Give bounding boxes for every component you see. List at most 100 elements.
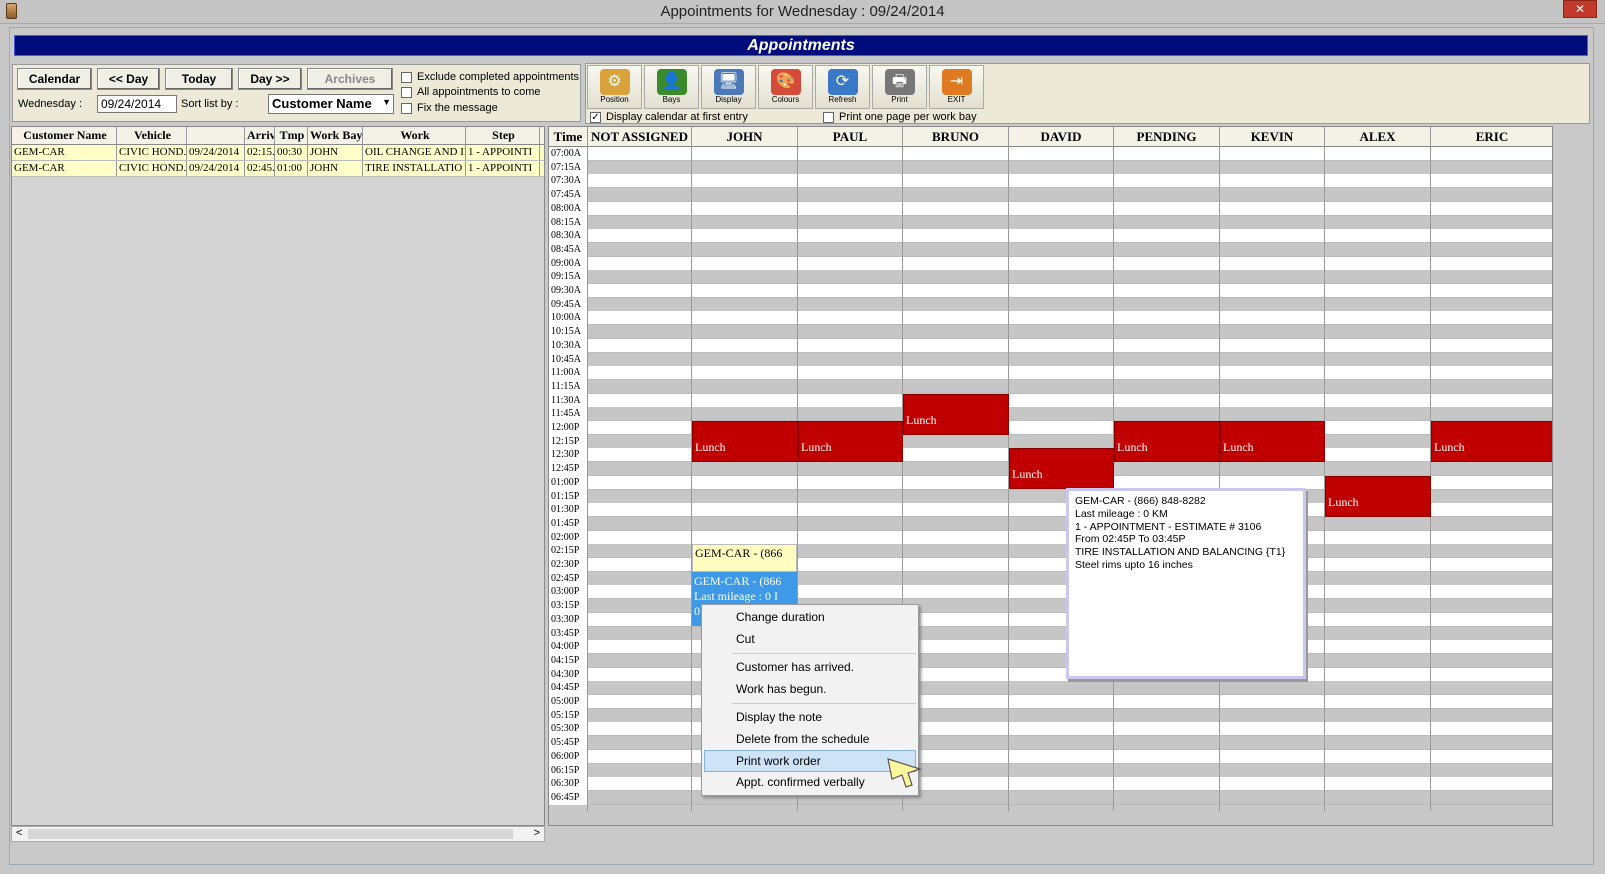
checkbox-box[interactable]: ✓ [590, 111, 601, 123]
time-slot-row[interactable]: 10:15A [549, 325, 1552, 340]
lunch-block[interactable]: Lunch [692, 421, 798, 463]
menu-item-customer-has-arrived[interactable]: Customer has arrived. [702, 657, 918, 679]
exit-button[interactable]: ⇥ EXIT [929, 65, 984, 109]
display-calendar-checkbox[interactable]: ✓ Display calendar at first entry [590, 111, 748, 123]
time-label: 08:15A [549, 215, 588, 230]
calendar-button[interactable]: Calendar [17, 68, 92, 90]
date-field[interactable]: 09/24/2014 [97, 95, 177, 113]
time-slot-row[interactable]: 04:00P [549, 640, 1552, 655]
menu-item-print-work-order[interactable]: Print work order [704, 750, 916, 772]
table-row[interactable]: GEM-CAR CIVIC HOND. 09/24/2014 02:45. 01:00 J… [12, 161, 544, 177]
column-header[interactable]: Tmp [275, 127, 308, 144]
time-slot-row[interactable]: 07:15A [549, 160, 1552, 175]
time-slot-row[interactable]: 08:45A [549, 242, 1552, 257]
fix-message-checkbox[interactable]: Fix the message [401, 102, 498, 114]
checkbox-box[interactable] [823, 111, 834, 123]
lunch-block[interactable]: Lunch [1431, 421, 1552, 463]
time-slot-row[interactable]: 03:45P [549, 626, 1552, 641]
checkbox-box[interactable] [401, 86, 412, 98]
checkbox-box[interactable] [401, 71, 412, 83]
column-header[interactable]: Work Bay [308, 127, 363, 144]
bay-header[interactable]: ALEX [1325, 127, 1431, 147]
bay-header[interactable]: NOT ASSIGNED [588, 127, 692, 147]
menu-item-delete-from-the-schedule[interactable]: Delete from the schedule [702, 729, 918, 751]
prev-day-button[interactable]: << Day [97, 68, 160, 90]
lunch-block[interactable]: Lunch [1220, 421, 1325, 463]
time-slot-row[interactable]: 02:00P [549, 530, 1552, 545]
time-slot-row[interactable]: 05:15P [549, 708, 1552, 723]
time-slot-row[interactable]: 08:30A [549, 229, 1552, 244]
all-appointments-checkbox[interactable]: All appointments to come [401, 86, 541, 98]
time-slot-row[interactable]: 09:30A [549, 284, 1552, 298]
column-header[interactable]: Arriv [245, 127, 275, 144]
menu-item-work-has-begun[interactable]: Work has begun. [702, 679, 918, 701]
column-header[interactable]: Vehicle [117, 127, 187, 144]
scroll-thumb[interactable] [28, 829, 513, 839]
time-slot-row[interactable]: 09:45A [549, 297, 1552, 312]
scroll-right-icon[interactable]: > [534, 827, 540, 839]
exclude-completed-checkbox[interactable]: Exclude completed appointments [401, 71, 579, 83]
time-slot-row[interactable]: 04:30P [549, 667, 1552, 682]
lunch-block[interactable]: Lunch [1009, 448, 1114, 490]
menu-item-cut[interactable]: Cut [702, 629, 918, 651]
archives-button[interactable]: Archives [307, 68, 393, 90]
time-slot-row[interactable]: 06:30P [549, 777, 1552, 792]
bay-header[interactable]: ERIC [1431, 127, 1552, 147]
next-day-button[interactable]: Day >> [238, 68, 302, 90]
time-slot-row[interactable]: 04:45P [549, 681, 1552, 696]
lunch-block[interactable]: Lunch [903, 393, 1009, 435]
lunch-block[interactable]: Lunch [798, 421, 903, 463]
time-slot-row[interactable]: 04:15P [549, 653, 1552, 668]
time-slot-row[interactable]: 10:45A [549, 352, 1552, 367]
time-slot-row[interactable]: 11:00A [549, 366, 1552, 381]
lunch-block[interactable]: Lunch [1325, 475, 1431, 517]
refresh-button[interactable]: ⟳ Refresh [815, 65, 870, 109]
bays-button[interactable]: 👤 Bays [644, 65, 699, 109]
time-slot-row[interactable]: 09:00A [549, 256, 1552, 271]
column-header[interactable]: Customer Name [12, 127, 117, 144]
time-slot-row[interactable]: 06:00P [549, 749, 1552, 764]
time-slot-row[interactable]: 11:30A [549, 393, 1552, 408]
time-slot-row[interactable]: 07:30A [549, 174, 1552, 189]
time-slot-row[interactable]: 08:00A [549, 201, 1552, 216]
bay-header[interactable]: JOHN [692, 127, 798, 147]
column-header[interactable] [187, 127, 245, 144]
time-slot-row[interactable]: 05:30P [549, 722, 1552, 737]
time-slot-row[interactable]: 01:45P [549, 516, 1552, 531]
bay-header[interactable]: PAUL [798, 127, 903, 147]
display-button[interactable]: 🖥 Display [701, 65, 756, 109]
bay-header[interactable]: BRUNO [903, 127, 1009, 147]
time-slot-row[interactable]: 08:15A [549, 215, 1552, 230]
position-button[interactable]: ⚙ Position [587, 65, 642, 109]
bay-header[interactable]: DAVID [1009, 127, 1114, 147]
column-header[interactable]: Work [363, 127, 466, 144]
time-slot-row[interactable]: 07:45A [549, 188, 1552, 203]
horizontal-scrollbar[interactable]: < > [11, 826, 545, 842]
menu-item-display-the-note[interactable]: Display the note [702, 707, 918, 729]
print-button[interactable]: 🖶 Print [872, 65, 927, 109]
scroll-left-icon[interactable]: < [16, 827, 22, 839]
time-slot-row[interactable]: 11:15A [549, 379, 1552, 394]
time-slot-row[interactable]: 05:45P [549, 736, 1552, 751]
time-slot-row[interactable]: 11:45A [549, 407, 1552, 422]
bay-header[interactable]: KEVIN [1220, 127, 1325, 147]
sort-select[interactable]: Customer Name ▼ [268, 94, 394, 114]
menu-item-change-duration[interactable]: Change duration [702, 607, 918, 629]
time-slot-row[interactable]: 09:15A [549, 270, 1552, 285]
time-slot-row[interactable]: 06:15P [549, 763, 1552, 778]
time-slot-row[interactable]: 07:00A [549, 147, 1552, 161]
bay-header[interactable]: PENDING [1114, 127, 1220, 147]
appointment-block[interactable]: GEM-CAR - (866 [692, 544, 797, 572]
time-slot-row[interactable]: 10:00A [549, 311, 1552, 326]
print-per-bay-checkbox[interactable]: Print one page per work bay [823, 111, 977, 123]
time-slot-row[interactable]: 05:00P [549, 695, 1552, 709]
lunch-block[interactable]: Lunch [1114, 421, 1220, 463]
time-slot-row[interactable]: 10:30A [549, 338, 1552, 353]
checkbox-box[interactable] [401, 102, 412, 114]
time-slot-row[interactable]: 06:45P [549, 790, 1552, 805]
column-header[interactable]: Step [466, 127, 540, 144]
today-button[interactable]: Today [165, 68, 233, 90]
colours-button[interactable]: 🎨 Colours [758, 65, 813, 109]
close-button[interactable]: ✕ [1563, 0, 1597, 18]
table-row[interactable]: GEM-CAR CIVIC HOND. 09/24/2014 02:15. 00:30 J… [12, 145, 544, 161]
